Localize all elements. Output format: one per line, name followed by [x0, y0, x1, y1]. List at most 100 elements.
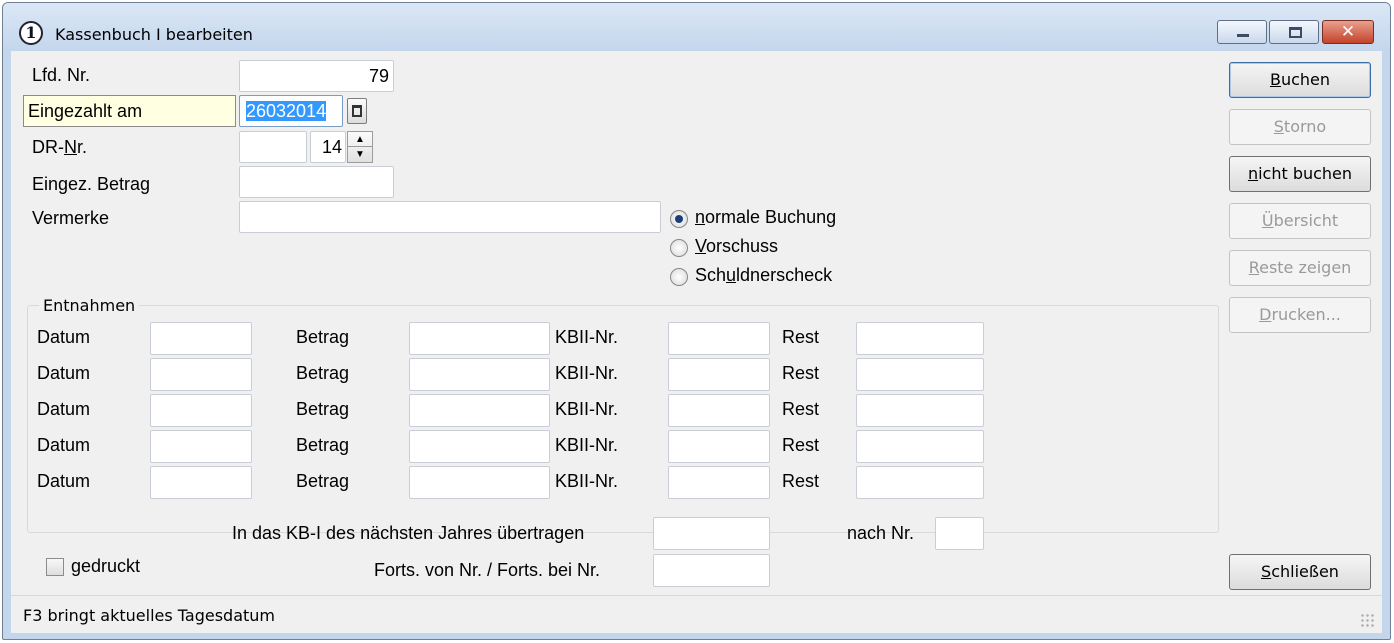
datum-field[interactable] [150, 466, 252, 499]
radio-selected-dot [675, 215, 683, 223]
kbii-nr-field[interactable] [668, 430, 770, 463]
table-row: Datum Betrag KBII-Nr. Rest [11, 319, 1211, 355]
betrag-entnahme-field[interactable] [409, 322, 550, 355]
rest-label: Rest [782, 363, 820, 383]
betrag-entnahme-field[interactable] [409, 466, 550, 499]
betrag-entnahme-label: Betrag [296, 399, 350, 419]
uebersicht-button[interactable]: Übersicht [1229, 203, 1371, 239]
buchen-button[interactable]: Buchen [1229, 62, 1371, 98]
drucken-button[interactable]: Drucken... [1229, 297, 1371, 333]
status-bar: F3 bringt aktuelles Tagesdatum [11, 595, 1382, 633]
kbii-nr-label: KBII-Nr. [555, 363, 619, 383]
rest-field[interactable] [856, 322, 984, 355]
nach-nr-label: nach Nr. [847, 523, 915, 543]
kbii-nr-label: KBII-Nr. [555, 399, 619, 419]
rest-field[interactable] [856, 358, 984, 391]
kbii-nr-field[interactable] [668, 322, 770, 355]
radio-normale-buchung[interactable] [670, 210, 688, 228]
close-icon: ✕ [1340, 22, 1356, 42]
betrag-entnahme-field[interactable] [409, 394, 550, 427]
radio-schuldnerscheck[interactable] [670, 268, 688, 286]
forts-field[interactable] [653, 554, 770, 587]
kbii-nr-label: KBII-Nr. [555, 471, 619, 491]
spin-up-icon[interactable]: ▲ [348, 132, 372, 147]
betrag-entnahme-label: Betrag [296, 435, 350, 455]
storno-button[interactable]: Storno [1229, 109, 1371, 145]
table-row: Datum Betrag KBII-Nr. Rest [11, 427, 1211, 463]
kb-transfer-field[interactable] [653, 517, 770, 550]
close-button[interactable]: ✕ [1322, 20, 1374, 44]
radio-schuldnerscheck-label[interactable]: Schuldnerscheck [695, 265, 832, 286]
radio-vorschuss[interactable] [670, 239, 688, 257]
eingezahlt-am-field[interactable]: 26032014 [239, 95, 343, 127]
date-value: 26032014 [246, 101, 327, 121]
betrag-entnahme-label: Betrag [296, 363, 350, 383]
nicht-buchen-button[interactable]: nicht buchen [1229, 156, 1371, 192]
kbii-nr-label: KBII-Nr. [555, 327, 619, 347]
dr-nr-number-field[interactable]: 14 [310, 131, 346, 163]
table-row: Datum Betrag KBII-Nr. Rest [11, 463, 1211, 499]
datum-field[interactable] [150, 322, 252, 355]
datum-field[interactable] [150, 394, 252, 427]
rest-field[interactable] [856, 430, 984, 463]
datum-label: Datum [37, 399, 91, 419]
title-bar[interactable]: 1 Kassenbuch I bearbeiten ✕ [3, 3, 1390, 49]
kbii-nr-label: KBII-Nr. [555, 435, 619, 455]
reste-zeigen-button[interactable]: Reste zeigen [1229, 250, 1371, 286]
betrag-entnahme-field[interactable] [409, 430, 550, 463]
radio-normale-buchung-label[interactable]: normale Buchung [695, 207, 836, 228]
betrag-entnahme-field[interactable] [409, 358, 550, 391]
vermerke-field[interactable] [239, 201, 661, 233]
minimize-button[interactable] [1217, 20, 1267, 44]
betrag-label: Eingez. Betrag [32, 174, 151, 194]
vermerke-label: Vermerke [32, 208, 110, 228]
kbii-nr-field[interactable] [668, 394, 770, 427]
dr-nr-spinner[interactable]: ▲ ▼ [347, 131, 373, 163]
minimize-icon [1237, 34, 1249, 37]
maximize-button[interactable] [1269, 20, 1319, 44]
entnahmen-rows: Datum Betrag KBII-Nr. Rest Datum Betrag … [11, 319, 1211, 499]
dialog-body: Lfd. Nr. 79 Eingezahlt am 26032014 DR-Nr… [11, 51, 1382, 595]
datum-label: Datum [37, 435, 91, 455]
table-row: Datum Betrag KBII-Nr. Rest [11, 391, 1211, 427]
forts-label: Forts. von Nr. / Forts. bei Nr. [374, 560, 601, 580]
rest-label: Rest [782, 327, 820, 347]
dr-nr-field[interactable] [239, 131, 307, 163]
datum-label: Datum [37, 327, 91, 347]
resize-grip-icon[interactable] [1360, 613, 1376, 629]
rest-label: Rest [782, 399, 820, 419]
app-icon[interactable]: 1 [19, 21, 43, 45]
calendar-button[interactable] [347, 98, 367, 124]
calendar-icon [352, 105, 362, 117]
rest-field[interactable] [856, 466, 984, 499]
spin-down-icon[interactable]: ▼ [348, 147, 372, 162]
eingezahlt-am-label: Eingezahlt am [23, 95, 236, 127]
kb-transfer-label: In das KB-I des nächsten Jahres übertrag… [232, 523, 585, 543]
betrag-entnahme-label: Betrag [296, 327, 350, 347]
betrag-field[interactable] [239, 166, 394, 198]
rest-label: Rest [782, 435, 820, 455]
datum-field[interactable] [150, 430, 252, 463]
lfd-nr-label: Lfd. Nr. [32, 65, 91, 85]
table-row: Datum Betrag KBII-Nr. Rest [11, 355, 1211, 391]
dr-nr-label: DR-Nr. [32, 137, 88, 157]
window-title: Kassenbuch I bearbeiten [55, 25, 253, 44]
window: 1 Kassenbuch I bearbeiten ✕ Lfd. Nr. 79 … [2, 2, 1391, 640]
rest-label: Rest [782, 471, 820, 491]
datum-label: Datum [37, 363, 91, 383]
kbii-nr-field[interactable] [668, 358, 770, 391]
nach-nr-field[interactable] [935, 517, 984, 550]
status-text: F3 bringt aktuelles Tagesdatum [23, 606, 276, 625]
radio-vorschuss-label[interactable]: Vorschuss [695, 236, 778, 257]
schliessen-button[interactable]: Schließen [1229, 554, 1371, 590]
entnahmen-legend: Entnahmen [39, 296, 140, 315]
datum-label: Datum [37, 471, 91, 491]
maximize-icon [1289, 27, 1302, 38]
gedruckt-checkbox[interactable] [46, 558, 64, 576]
kbii-nr-field[interactable] [668, 466, 770, 499]
lfd-nr-field[interactable]: 79 [239, 60, 394, 92]
gedruckt-label[interactable]: gedruckt [71, 556, 140, 577]
rest-field[interactable] [856, 394, 984, 427]
datum-field[interactable] [150, 358, 252, 391]
betrag-entnahme-label: Betrag [296, 471, 350, 491]
